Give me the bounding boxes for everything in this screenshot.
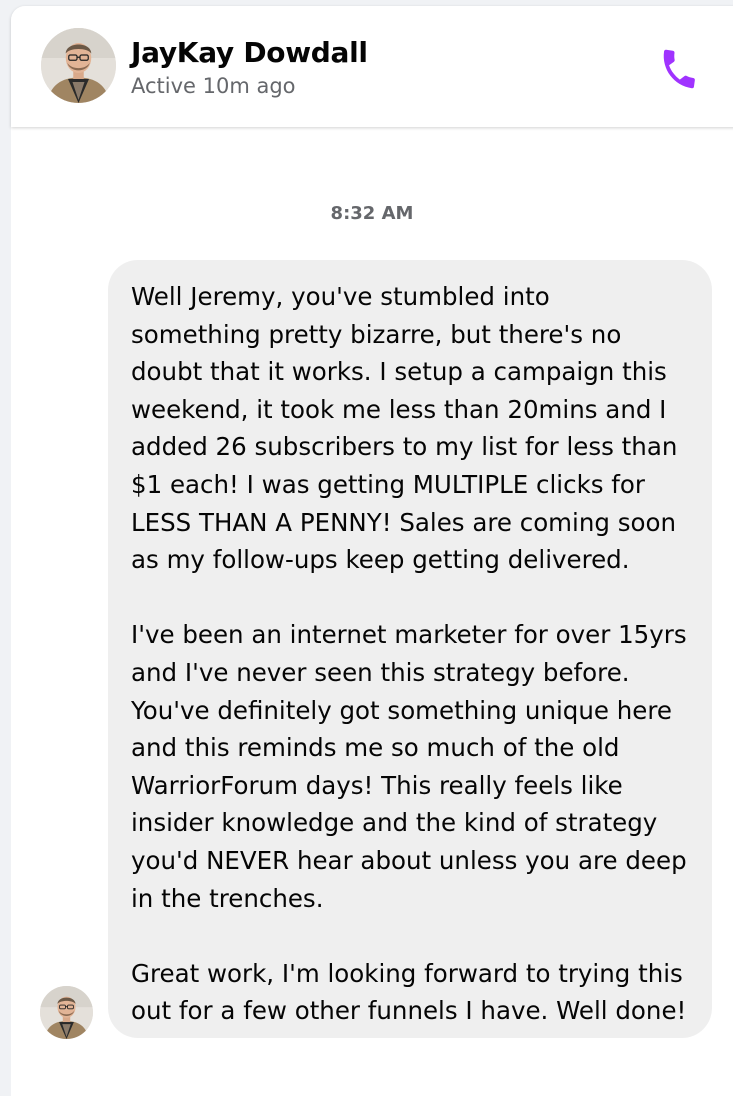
contact-avatar[interactable] <box>41 28 116 103</box>
phone-icon <box>663 49 695 89</box>
message-line: Great work, I'm looking forward to tryin… <box>131 958 683 988</box>
message-line: You've definitely got something unique h… <box>131 695 672 725</box>
message-paragraph: I've been an internet marketer for over … <box>131 616 694 917</box>
message-line: something pretty bizarre, but there's no <box>131 319 622 349</box>
message-line: as my follow-ups keep getting delivered. <box>131 545 630 575</box>
chat-header: JayKay Dowdall Active 10m ago <box>11 6 733 127</box>
message-paragraph: Well Jeremy, you've stumbled into someth… <box>131 278 694 579</box>
sender-photo <box>40 986 93 1039</box>
message-line: you'd NEVER hear about unless you are de… <box>131 845 687 875</box>
message-timestamp: 8:32 AM <box>330 203 414 224</box>
message-line: $1 each! I was getting MULTIPLE clicks f… <box>131 469 645 499</box>
sender-avatar[interactable] <box>40 986 93 1039</box>
message-line: weekend, it took me less than 20mins and… <box>131 394 667 424</box>
message-paragraph: Great work, I'm looking forward to tryin… <box>131 955 694 1030</box>
message-line: doubt that it works. I setup a campaign … <box>131 357 667 387</box>
message-line: in the trenches. <box>131 883 324 913</box>
contact-status: Active 10m ago <box>131 74 296 98</box>
message-line: Well Jeremy, you've stumbled into <box>131 282 550 311</box>
message-line: LESS THAN A PENNY! Sales are coming soon <box>131 507 676 537</box>
message-line: WarriorForum days! This really feels lik… <box>131 770 623 800</box>
message-line: insider knowledge and the kind of strate… <box>131 808 658 838</box>
message-line: and I've never seen this strategy before… <box>131 657 630 687</box>
message-line: and this reminds me so much of the old <box>131 733 620 763</box>
message-line: I've been an internet marketer for over … <box>131 620 687 650</box>
message-line: out for a few other funnels I have. Well… <box>131 996 687 1026</box>
call-button[interactable] <box>656 46 702 92</box>
contact-photo <box>41 28 116 103</box>
contact-name[interactable]: JayKay Dowdall <box>131 36 368 69</box>
message-line: added 26 subscribers to my list for less… <box>131 432 678 462</box>
chat-panel: JayKay Dowdall Active 10m ago 8:32 AM We… <box>11 6 733 1096</box>
message-bubble[interactable]: Well Jeremy, you've stumbled into someth… <box>108 260 712 1038</box>
